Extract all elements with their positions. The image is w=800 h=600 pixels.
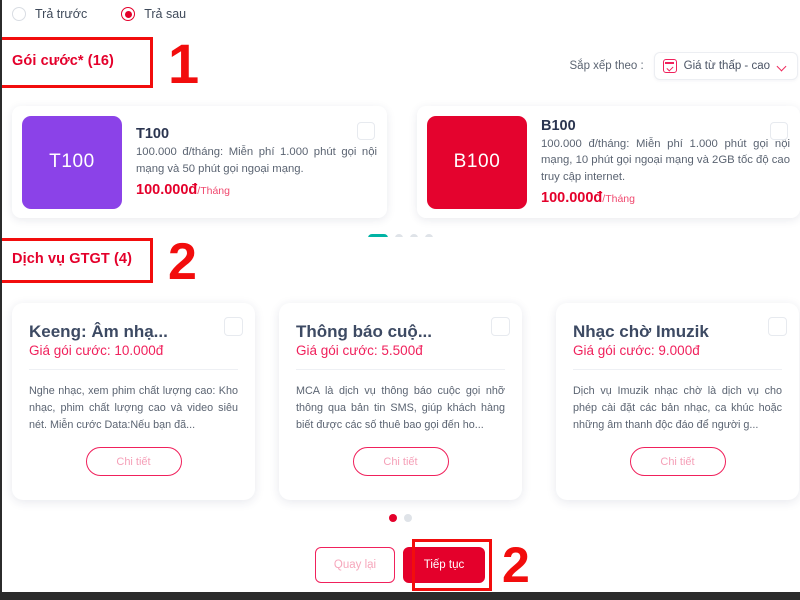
plan-card[interactable]: T100 T100 100.000 đ/tháng: Miễn phí 1.00… — [12, 106, 387, 218]
plans-section-title: Gói cước* (16) — [12, 53, 114, 69]
service-detail-button[interactable]: Chi tiết — [629, 447, 726, 476]
service-description: Nghe nhạc, xem phim chất lượng cao: Kho … — [29, 385, 238, 431]
radio-option-prepaid[interactable]: Trả trước — [12, 7, 87, 21]
service-title: Thông báo cuộ... — [296, 322, 432, 341]
plan-tile-text: B100 — [453, 151, 501, 172]
back-button[interactable]: Quay lại — [315, 547, 395, 583]
service-title: Keeng: Âm nhạ... — [29, 322, 168, 341]
plans-carousel[interactable]: T100 T100 100.000 đ/tháng: Miễn phí 1.00… — [0, 103, 800, 221]
plan-name: B100 — [541, 118, 576, 135]
sort-control: Sắp xếp theo : Giá từ thấp - cao — [569, 52, 798, 80]
annotation-number-1: 1 — [168, 32, 200, 95]
service-card[interactable]: Thông báo cuộ... Giá gói cước: 5.500đ MC… — [279, 303, 522, 500]
pagination-dot[interactable] — [403, 514, 412, 522]
plan-description: 100.000 đ/tháng: Miễn phí 1.000 phút gọi… — [541, 138, 790, 183]
plan-price-value: 100.000đ — [541, 189, 603, 206]
plan-price-period: /Tháng — [197, 184, 230, 197]
service-detail-button[interactable]: Chi tiết — [85, 447, 182, 476]
services-carousel[interactable]: Keeng: Âm nhạ... Giá gói cước: 10.000đ N… — [0, 303, 800, 501]
page-root: Trả trước Trả sau Gói cước* (16) 1 Sắp x… — [0, 0, 800, 600]
services-section-title: Dịch vụ GTGT (4) — [12, 251, 133, 267]
service-checkbox[interactable] — [491, 317, 510, 336]
plan-price-period: /Tháng — [602, 192, 635, 205]
service-card[interactable]: Nhạc chờ Imuzik Giá gói cước: 9.000đ Dịc… — [556, 303, 799, 500]
service-title: Nhạc chờ Imuzik — [573, 322, 709, 341]
sort-price-icon — [662, 59, 677, 73]
payment-type-radio-group: Trả trước Trả sau — [12, 7, 186, 21]
service-detail-button[interactable]: Chi tiết — [352, 447, 449, 476]
services-pagination — [0, 514, 800, 522]
radio-prepaid-label: Trả trước — [35, 7, 88, 21]
radio-option-postpaid[interactable]: Trả sau — [121, 7, 186, 21]
plan-description: 100.000 đ/tháng: Miễn phí 1.000 phút gọi… — [136, 146, 377, 175]
page-edge-bottom — [0, 592, 800, 600]
plan-body: T100 100.000 đ/tháng: Miễn phí 1.000 phú… — [122, 126, 377, 197]
plan-price: 100.000đ/Tháng — [136, 182, 377, 198]
service-price: Giá gói cước: 10.000đ — [29, 343, 164, 359]
plan-card[interactable]: B100 B100 100.000 đ/tháng: Miễn phí 1.00… — [417, 106, 800, 218]
plan-checkbox[interactable] — [357, 122, 375, 140]
service-checkbox[interactable] — [768, 317, 787, 336]
divider — [296, 369, 505, 371]
service-description: Dịch vụ Imuzik nhạc chờ là dịch vụ cho p… — [573, 385, 782, 431]
plan-logo-tile: B100 — [427, 115, 527, 209]
service-description: MCA là dịch vụ thông báo cuộc gọi nhỡ th… — [296, 385, 505, 431]
radio-prepaid-circle[interactable] — [12, 7, 26, 21]
next-button[interactable]: Tiếp tục — [403, 547, 485, 583]
services-section-band: Dịch vụ GTGT (4) — [0, 237, 800, 287]
plan-price: 100.000đ/Tháng — [541, 190, 790, 206]
radio-postpaid-label: Trả sau — [144, 7, 187, 21]
divider — [573, 369, 782, 371]
plan-logo-tile: T100 — [22, 115, 122, 209]
sort-label: Sắp xếp theo : — [569, 60, 644, 72]
page-edge-left — [0, 0, 2, 600]
plan-tile-text: T100 — [49, 151, 95, 172]
divider — [29, 369, 238, 371]
radio-postpaid-circle[interactable] — [121, 7, 136, 21]
plan-body: B100 100.000 đ/tháng: Miễn phí 1.000 phú… — [527, 118, 790, 205]
service-price: Giá gói cước: 9.000đ — [573, 343, 700, 359]
service-checkbox[interactable] — [224, 317, 243, 336]
sort-dropdown[interactable]: Giá từ thấp - cao — [653, 52, 798, 80]
plan-name: T100 — [136, 126, 170, 143]
annotation-number-3: 2 — [502, 537, 530, 593]
plan-checkbox[interactable] — [770, 122, 788, 140]
footer-actions: Quay lại Tiếp tục — [0, 547, 800, 583]
service-card[interactable]: Keeng: Âm nhạ... Giá gói cước: 10.000đ N… — [12, 303, 255, 500]
service-price: Giá gói cước: 5.500đ — [296, 343, 423, 359]
annotation-number-2: 2 — [168, 233, 197, 291]
chevron-down-icon — [778, 62, 787, 71]
plan-price-value: 100.000đ — [136, 181, 198, 198]
pagination-dot-active[interactable] — [388, 514, 397, 522]
sort-selected-value: Giá từ thấp - cao — [683, 60, 770, 72]
